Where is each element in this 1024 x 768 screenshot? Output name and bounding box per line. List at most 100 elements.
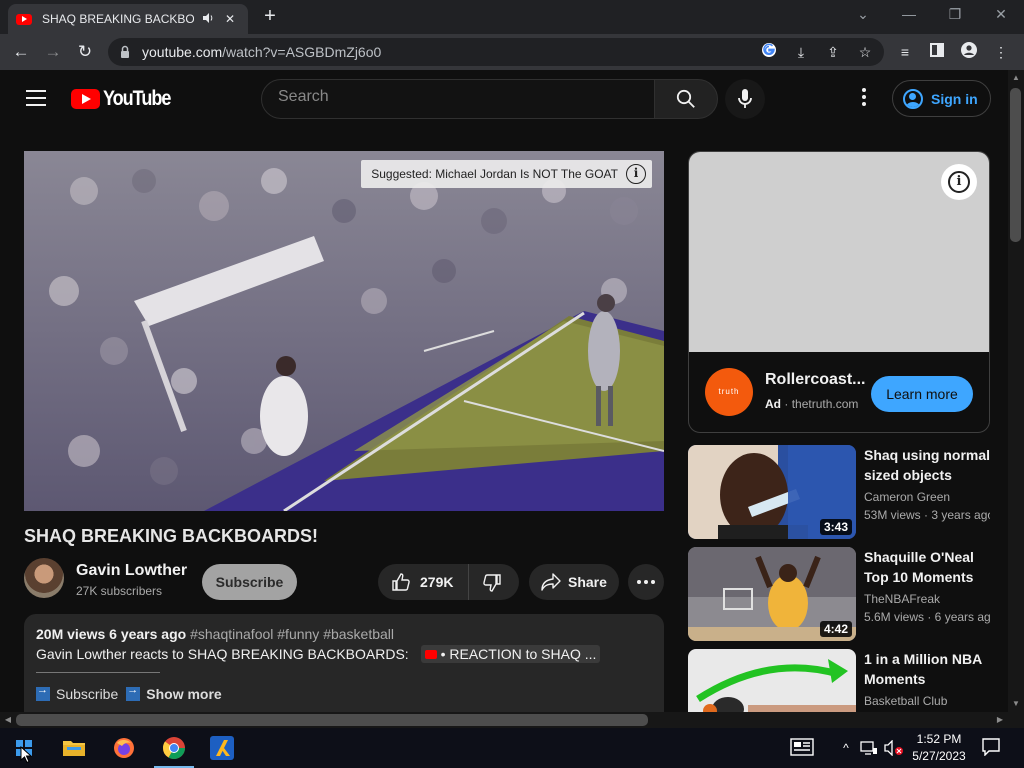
scroll-right-icon[interactable]: ▶ (992, 712, 1008, 728)
url-host: youtube.com (142, 44, 223, 60)
dislike-button[interactable] (468, 564, 519, 600)
restore-icon[interactable]: ❐ (940, 4, 970, 24)
channel-name[interactable]: Gavin Lowther (76, 562, 187, 580)
back-button[interactable]: ← (8, 40, 34, 64)
recommendation-title[interactable]: Shaquille O'Neal Top 10 Moments (864, 547, 990, 587)
tab-search-icon[interactable]: ⌄ (848, 4, 878, 24)
video-thumbnail[interactable]: 3:43 (688, 445, 856, 539)
reaction-video-link[interactable]: • REACTION to SHAQ ... (420, 645, 601, 663)
new-tab-button[interactable]: + (258, 6, 282, 28)
recommendation-channel[interactable]: Basketball Club (864, 694, 947, 708)
show-more-button[interactable]: Show more (146, 686, 221, 702)
recommendation-item[interactable]: 3:43 Shaq using normal sized objects Cam… (688, 445, 990, 539)
description-stats: 20M views 6 years ago #shaqtinafool #fun… (36, 626, 394, 642)
learn-more-button[interactable]: Learn more (871, 376, 973, 412)
info-icon: i (948, 171, 970, 193)
address-bar[interactable]: youtube.com/watch?v=ASGBDmZj6o0 ⤓ ⇪ ☆ (108, 38, 884, 66)
ad-info-button[interactable]: i (941, 164, 977, 200)
recommendation-item[interactable]: 1 in a Million NBA Moments Basketball Cl… (688, 649, 990, 712)
dot (651, 580, 655, 584)
menu-icon[interactable] (26, 90, 46, 106)
recommendation-title[interactable]: Shaq using normal sized objects (864, 445, 990, 485)
scroll-up-icon[interactable]: ▲ (1008, 70, 1024, 86)
thumbs-down-icon (483, 574, 501, 592)
video-thumbnail[interactable] (688, 649, 856, 712)
subscribe-link[interactable]: Subscribe (56, 686, 118, 702)
notifications-icon[interactable] (982, 738, 1002, 758)
ad-advertiser-logo[interactable]: truth (705, 368, 753, 416)
youtube-mini-icon (424, 650, 437, 659)
video-player[interactable]: Suggested: Michael Jordan Is NOT The GOA… (24, 151, 664, 511)
thumbs-up-icon (392, 573, 410, 591)
horizontal-scroll-thumb[interactable] (16, 714, 648, 726)
video-thumbnail[interactable]: 4:42 (688, 547, 856, 641)
ad-card[interactable]: i truth Rollercoast... Ad · thetruth.com… (688, 151, 990, 433)
recommendation-meta: 53M views · 3 years ago (864, 508, 990, 522)
recommendation-title[interactable]: 1 in a Million NBA Moments (864, 649, 990, 689)
scroll-left-icon[interactable]: ◀ (0, 712, 16, 728)
install-icon[interactable]: ⤓ (790, 42, 812, 62)
lock-icon[interactable] (120, 45, 130, 59)
minimize-icon[interactable]: — (894, 4, 924, 24)
show-hidden-icons-icon[interactable]: ^ (838, 738, 854, 758)
more-actions-button[interactable] (628, 564, 664, 600)
network-icon[interactable] (860, 740, 880, 756)
dot (644, 580, 648, 584)
settings-menu-icon[interactable] (854, 88, 874, 110)
search-box[interactable] (261, 79, 655, 119)
orange-app-icon (210, 736, 234, 760)
firefox-logo (114, 738, 134, 758)
channel-avatar[interactable] (24, 558, 64, 598)
search-icon (676, 89, 695, 108)
share-page-icon[interactable]: ⇪ (822, 42, 844, 62)
like-button[interactable]: 279K (378, 564, 468, 600)
hashtags[interactable]: #shaqtinafool #funny #basketball (190, 626, 394, 642)
firefox-icon[interactable] (100, 728, 148, 768)
file-explorer-icon[interactable] (50, 728, 98, 768)
sign-in-label: Sign in (931, 90, 978, 107)
thumbnail-image (688, 649, 856, 712)
forward-button[interactable]: → (40, 40, 66, 64)
side-panel-icon[interactable] (926, 42, 948, 62)
chrome-menu-icon[interactable]: ⋮ (990, 42, 1012, 62)
news-widget-icon[interactable] (790, 738, 816, 758)
suggestion-card[interactable]: Suggested: Michael Jordan Is NOT The GOA… (361, 160, 652, 188)
recommendation-channel[interactable]: TheNBAFreak (864, 592, 940, 606)
recommendation-item[interactable]: 4:42 Shaquille O'Neal Top 10 Moments The… (688, 547, 990, 641)
bookmark-star-icon[interactable]: ☆ (854, 42, 876, 62)
search-button[interactable] (654, 79, 718, 119)
description-links: Subscribe Show more (36, 684, 222, 702)
chrome-logo (162, 737, 185, 759)
sign-in-button[interactable]: Sign in (892, 80, 991, 117)
search-input[interactable] (278, 88, 638, 106)
youtube-logo[interactable]: YouTube (71, 87, 181, 110)
subscribe-button[interactable]: Subscribe (202, 564, 297, 600)
speaker-icon[interactable] (200, 12, 216, 27)
app-taskbar-icon[interactable] (198, 728, 246, 768)
clock[interactable]: 1:52 PM 5/27/2023 (900, 731, 978, 765)
youtube-play-icon (71, 89, 100, 109)
video-duration: 4:42 (819, 621, 852, 637)
browser-tab-bar: SHAQ BREAKING BACKBOARDS! ✕ + ⌄ — ❐ ✕ (0, 0, 1024, 34)
ad-title[interactable]: Rollercoast... (765, 371, 865, 389)
media-control-icon[interactable]: ≡ (894, 42, 916, 62)
youtube-page: YouTube Sign in (0, 70, 1008, 712)
close-tab-icon[interactable]: ✕ (222, 12, 238, 26)
reload-button[interactable]: ↻ (72, 40, 98, 64)
description-box[interactable]: 20M views 6 years ago #shaqtinafool #fun… (24, 614, 664, 712)
google-icon[interactable] (758, 42, 780, 62)
clock-time: 1:52 PM (916, 732, 962, 746)
voice-search-button[interactable] (725, 79, 765, 119)
like-dislike-bar: 279K (378, 564, 519, 600)
share-button[interactable]: Share (529, 564, 619, 600)
profile-icon[interactable] (958, 42, 980, 62)
url-text[interactable]: youtube.com/watch?v=ASGBDmZj6o0 (142, 44, 381, 60)
vertical-scroll-thumb[interactable] (1010, 88, 1021, 242)
recommendation-channel[interactable]: Cameron Green (864, 490, 950, 504)
browser-tab[interactable]: SHAQ BREAKING BACKBOARDS! ✕ (8, 4, 248, 34)
scroll-down-icon[interactable]: ▼ (1008, 696, 1024, 712)
chrome-taskbar-icon[interactable] (150, 728, 198, 768)
start-button[interactable] (0, 728, 48, 768)
close-window-icon[interactable]: ✕ (986, 4, 1016, 24)
info-icon[interactable]: i (626, 164, 646, 184)
